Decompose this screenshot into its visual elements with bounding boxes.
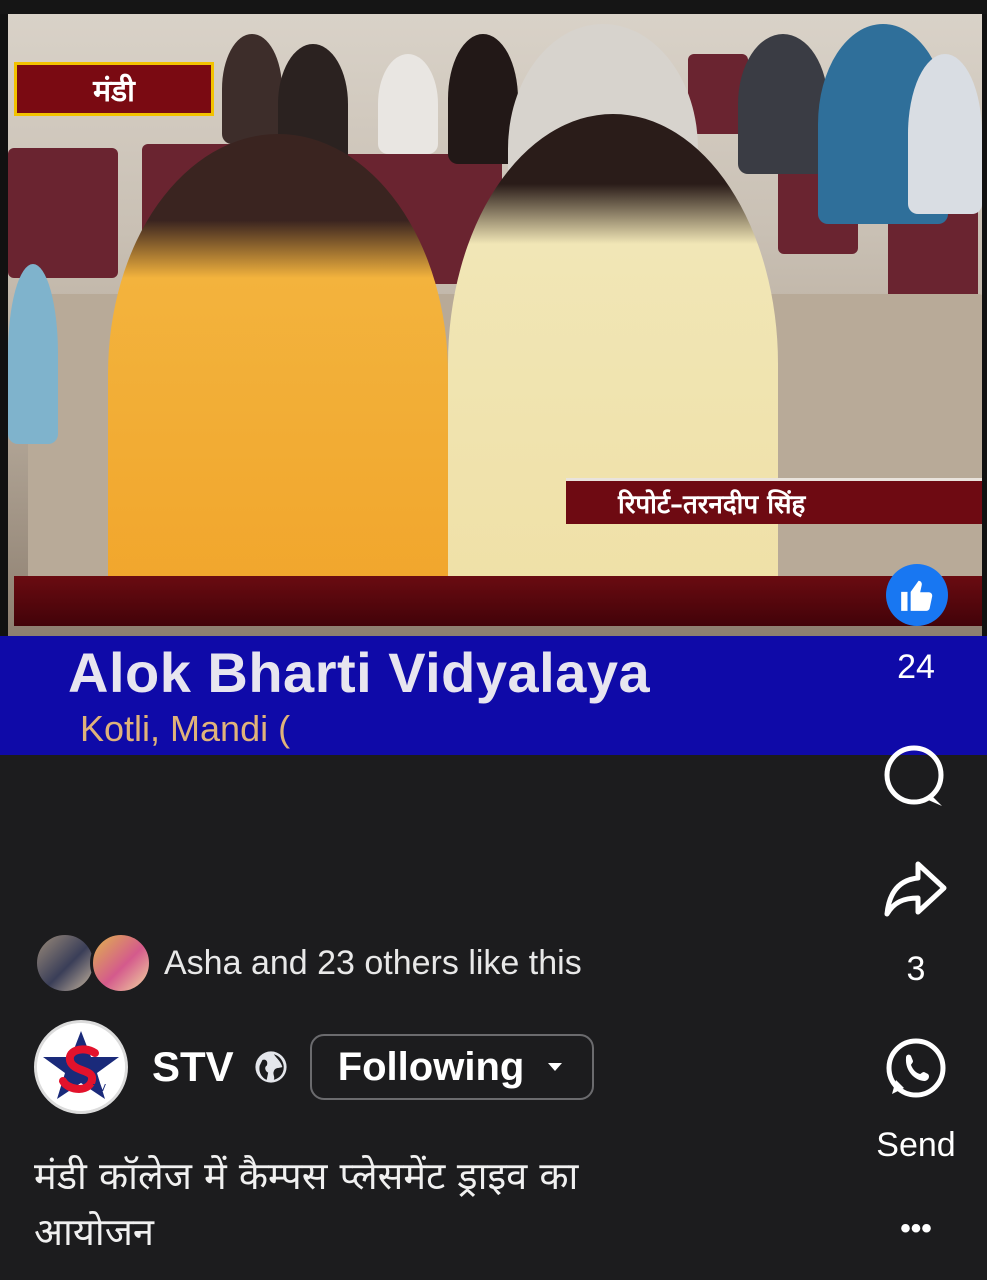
post-caption[interactable]: मंडी कॉलेज में कैम्पस प्लेसमेंट ड्राइव क… xyxy=(34,1148,794,1260)
video-top-edge xyxy=(0,0,987,14)
globe-icon xyxy=(255,1051,287,1083)
liker-avatar xyxy=(90,932,152,994)
more-options-button[interactable]: ••• xyxy=(876,1212,956,1246)
school-location-text: Kotli, Mandi ( xyxy=(80,708,291,749)
video-player[interactable]: मंडी रिपोर्ट–तरनदीप सिंह Alok Bharti Vid… xyxy=(0,0,987,755)
svg-text:TV: TV xyxy=(92,1083,106,1094)
station-name-tag: मंडी xyxy=(14,62,214,116)
like-button[interactable] xyxy=(886,564,948,626)
liker-avatar xyxy=(34,932,96,994)
whatsapp-icon xyxy=(886,1038,946,1098)
page-name[interactable]: STV xyxy=(152,1043,234,1091)
stv-logo-icon: TV xyxy=(37,1023,125,1111)
thumbs-up-icon xyxy=(901,580,933,611)
reporter-tag: रिपोर्ट–तरनदीप सिंह xyxy=(566,478,982,524)
whatsapp-send-button[interactable] xyxy=(880,1034,950,1104)
likes-text: Asha and 23 others like this xyxy=(164,943,582,982)
lower-third-red-bar xyxy=(14,576,982,626)
share-count: 3 xyxy=(906,950,926,988)
like-count: 24 xyxy=(897,648,935,686)
page-header: TV STV Following xyxy=(34,1020,595,1114)
share-button[interactable] xyxy=(880,854,950,924)
following-label: Following xyxy=(337,1044,525,1089)
likes-summary[interactable]: Asha and 23 others like this xyxy=(34,930,582,996)
comment-icon xyxy=(884,745,944,806)
comment-button[interactable] xyxy=(880,742,950,812)
school-name-text: Alok Bharti Vidyalaya xyxy=(68,641,651,704)
caption-line: मंडी कॉलेज में कैम्पस प्लेसमेंट ड्राइव क… xyxy=(34,1154,579,1198)
caption-line: आयोजन xyxy=(34,1210,155,1254)
chevron-down-icon xyxy=(548,1063,563,1071)
share-arrow-icon xyxy=(884,861,947,917)
following-button[interactable]: Following xyxy=(309,1034,595,1100)
send-label: Send xyxy=(876,1126,956,1164)
page-avatar[interactable]: TV xyxy=(34,1020,128,1114)
